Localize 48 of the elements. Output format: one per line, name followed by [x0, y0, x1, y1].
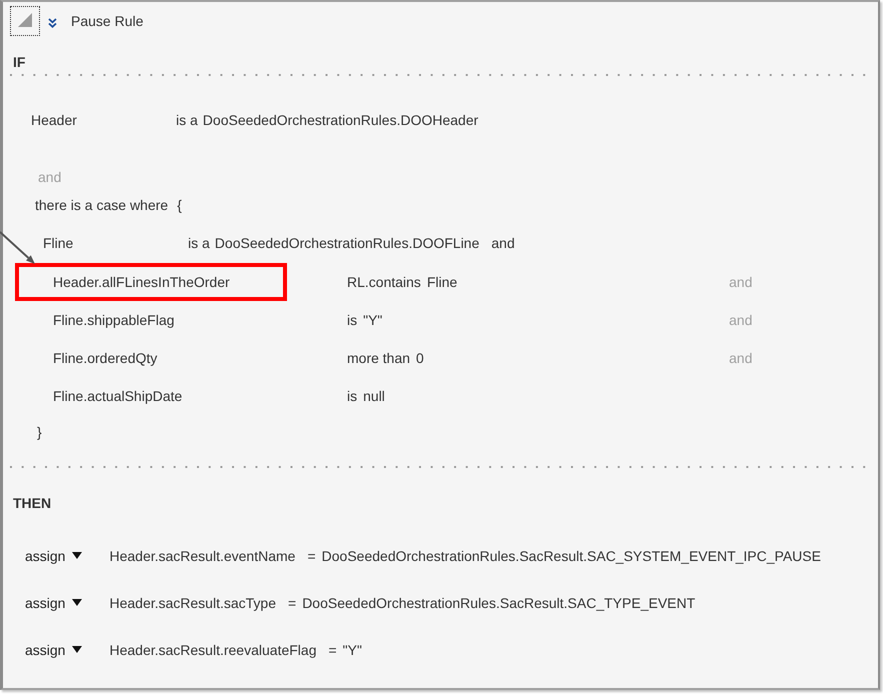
brace-text: { [177, 197, 182, 213]
condition-operator: is [347, 312, 358, 328]
connector-text: and [729, 274, 752, 290]
caret-icon [72, 599, 82, 606]
operator-text: is a [188, 235, 210, 251]
connector-text: and [38, 169, 62, 185]
toggle-button[interactable] [10, 6, 40, 36]
brace-text: } [37, 424, 42, 440]
equals-sign: = [288, 594, 296, 610]
double-chevron-icon[interactable] [48, 18, 57, 28]
caret-icon [72, 646, 82, 653]
condition-operator: RL.contains [347, 274, 421, 290]
fact-name: Header [31, 112, 78, 128]
operator-text: is a [176, 112, 198, 128]
connector-text: and [729, 350, 752, 366]
corner-triangle-icon [18, 13, 32, 27]
section-heading: IF [13, 53, 26, 72]
action-value: DooSeededOrchestrationRules.SacResult.SAC_SYSTEM_EVENT_IPC_PAUSE [322, 548, 821, 564]
condition-value: "Y" [363, 312, 382, 328]
caret-icon [72, 552, 82, 559]
equals-sign: = [307, 548, 316, 564]
condition-field: Fline.actualShipDate [53, 388, 182, 404]
assign-dropdown[interactable]: assign [25, 594, 82, 610]
condition-field: Header.allFLinesInTheOrder [53, 274, 230, 290]
connector-text: and [491, 235, 515, 251]
fact-name: Fline [43, 235, 74, 251]
action-value: DooSeededOrchestrationRules.SacResult.SAC_TYPE_EVENT [302, 594, 696, 610]
assign-dropdown[interactable]: assign [25, 642, 82, 658]
pointer-arrow [0, 230, 38, 266]
assign-dropdown[interactable]: assign [25, 548, 82, 564]
condition-value: Fline [426, 274, 458, 290]
clause-text: there is a case where [35, 197, 168, 213]
action-target: Header.sacResult.reevaluateFlag [109, 642, 316, 658]
action-value: "Y" [342, 642, 362, 658]
action-target: Header.sacResult.eventName [109, 548, 296, 564]
rule-title: Pause Rule [71, 13, 144, 29]
condition-operator: more than [347, 350, 410, 366]
fact-type: DooSeededOrchestrationRules.DOOFLine [214, 235, 480, 251]
action-target: Header.sacResult.sacType [109, 594, 276, 610]
condition-field: Fline.orderedQty [53, 350, 158, 366]
condition-operator: is [347, 388, 358, 404]
condition-value: 0 [416, 350, 424, 366]
connector-text: and [729, 312, 752, 328]
fact-type: DooSeededOrchestrationRules.DOOHeader [202, 112, 478, 128]
equals-sign: = [328, 642, 337, 658]
section-heading: THEN [13, 494, 52, 513]
condition-field: Fline.shippableFlag [53, 312, 174, 328]
condition-value: null [363, 388, 385, 404]
